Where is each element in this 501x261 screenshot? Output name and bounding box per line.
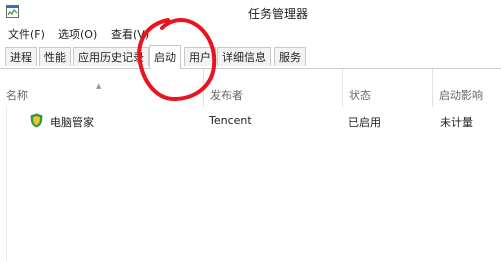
tab-startup[interactable]: 启动 [149,45,181,69]
tab-processes[interactable]: 进程 [5,47,37,66]
menu-options[interactable]: 选项(O) [58,26,97,42]
menu-view[interactable]: 查看(V) [111,26,149,42]
tab-app-history[interactable]: 应用历史记录 [73,47,149,66]
tab-performance[interactable]: 性能 [39,47,71,66]
table-row[interactable]: 电脑管家 Tencent 已启用 未计量 [0,110,501,134]
tab-strip: 进程 性能 应用历史记录 启动 用户 详细信息 服务 [0,44,501,69]
row-impact: 未计量 [440,116,473,129]
tab-users[interactable]: 用户 [184,47,216,66]
tab-services[interactable]: 服务 [274,47,306,66]
title-bar: 任务管理器 [0,0,501,24]
tab-details[interactable]: 详细信息 [217,47,271,66]
menu-file[interactable]: 文件(F) [8,26,45,42]
menu-bar: 文件(F) 选项(O) 查看(V) [0,24,501,43]
row-publisher: Tencent [209,114,252,127]
row-name: 电脑管家 [50,116,94,129]
row-status: 已启用 [348,116,381,129]
tencent-shield-icon [30,113,43,128]
column-header-publisher[interactable]: 发布者 [203,69,342,107]
column-header-status[interactable]: 状态 [342,69,432,107]
column-header-row: ▲ 名称 发布者 状态 启动影响 [0,69,501,107]
column-header-name[interactable]: 名称 [0,69,203,107]
window-title: 任务管理器 [247,7,308,21]
column-header-impact[interactable]: 启动影响 [432,69,501,107]
